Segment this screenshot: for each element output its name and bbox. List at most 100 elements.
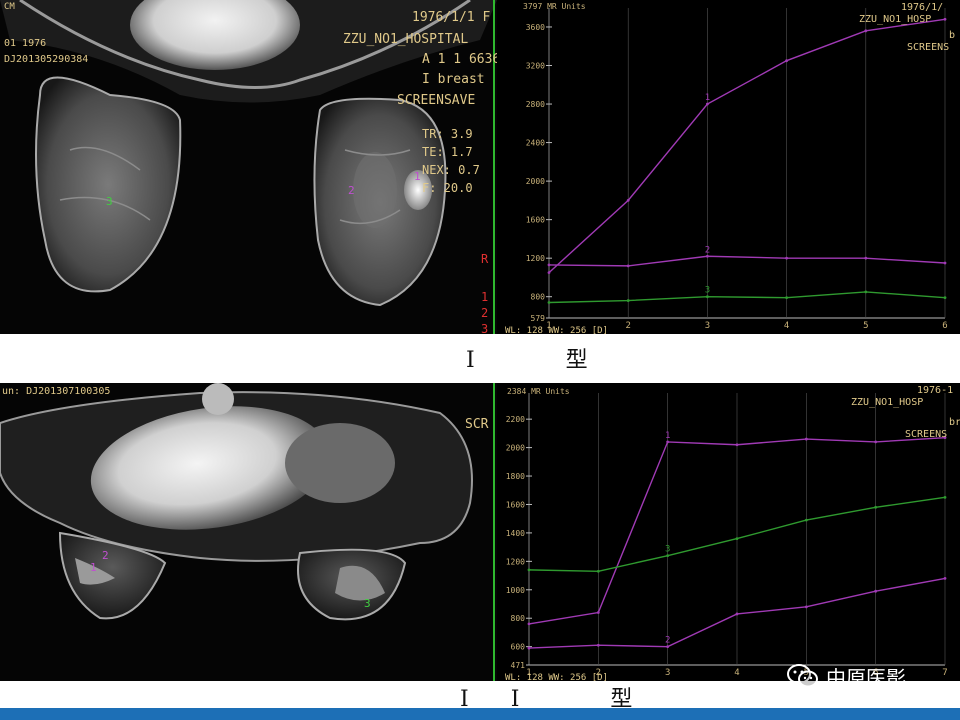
chart2-y-tick: 1000 bbox=[506, 586, 525, 595]
chart2-y-tick: 1600 bbox=[506, 500, 525, 509]
chart1-series-1-point bbox=[547, 271, 551, 275]
chart1-y-tick: 2400 bbox=[526, 139, 545, 148]
chart2-series-2-point bbox=[735, 612, 739, 616]
chart2-series-3-label: 3 bbox=[665, 545, 670, 555]
roi-label-2b: 2 bbox=[102, 549, 109, 562]
chart2-header-hospital: ZZU_NO1_HOSP bbox=[851, 397, 924, 408]
signal-curve-type2: 1 2 3 4 5 6 7 2200 2000 1800 1600 1400 1200 1000 800 60… bbox=[497, 383, 960, 681]
orientation-marker: R bbox=[481, 252, 489, 266]
chart1-series-1-point bbox=[864, 29, 868, 33]
watermark-text: 中原医影 bbox=[826, 665, 906, 690]
chart2-units: 2384 MR Units bbox=[507, 387, 570, 396]
type1-label: I 型 bbox=[466, 348, 630, 373]
chart2-series-3-point bbox=[804, 518, 808, 522]
chart1-y-tick: 3600 bbox=[526, 23, 545, 32]
chart1-series-3-point bbox=[626, 299, 630, 302]
chart1-series-3-point bbox=[547, 301, 551, 304]
chart1-series-3-point bbox=[864, 290, 868, 294]
chart2-series-1-point bbox=[666, 440, 670, 444]
chart2-series-1-point bbox=[596, 611, 600, 614]
chart1-series-2-label: 2 bbox=[705, 245, 710, 255]
chart1-window-level: WL: 128 WW: 256 [D] bbox=[505, 326, 608, 334]
chart2-series-2-label: 2 bbox=[665, 636, 670, 646]
chart2-series-2-point bbox=[666, 645, 670, 649]
chart1-series-1-point bbox=[706, 102, 709, 106]
chart1-units: 3797 MR Units bbox=[523, 2, 586, 11]
chart1-y-tick: 2800 bbox=[526, 100, 545, 109]
chart1-series-3-point bbox=[785, 296, 788, 300]
chart1-y-tick: 1200 bbox=[526, 254, 545, 263]
roi-legend-1: 1 bbox=[481, 290, 489, 304]
chart2-series-2-point bbox=[527, 646, 531, 650]
chart1-series-3-point bbox=[943, 296, 947, 300]
overlay-tr: TR: 3.9 bbox=[422, 127, 473, 141]
chart1-series-2-point bbox=[943, 261, 947, 265]
overlay-hospital: ZZU_NO1_HOSPITAL bbox=[343, 32, 469, 47]
chart2-x-tick: 7 bbox=[942, 668, 947, 678]
chart1-series-2-point bbox=[706, 254, 709, 258]
roi-label-2: 2 bbox=[348, 184, 355, 197]
overlay-patient-dob: 1976/1/1 F bbox=[412, 10, 491, 25]
chart1-series-1-label: 1 bbox=[705, 93, 710, 103]
chart2-series-3-point bbox=[596, 569, 600, 573]
roi-legend-2: 2 bbox=[481, 306, 489, 320]
overlay-screensave: SCREENSAVE bbox=[397, 93, 476, 108]
overlay-study-id-2: un: DJ201307100305 bbox=[2, 386, 111, 397]
chart1-x-tick: 2 bbox=[625, 321, 630, 331]
chart2-y-tick: 1800 bbox=[506, 472, 525, 481]
roi-label-3b: 3 bbox=[364, 597, 371, 610]
chart2-y-tick: 600 bbox=[511, 643, 526, 652]
mri-image-type1: CM 01 1976 DJ201305290384 1976/1/1 F ZZU… bbox=[0, 0, 497, 334]
chart2-series-3-point bbox=[735, 537, 739, 540]
chart1-x-tick: 5 bbox=[863, 321, 868, 331]
chart2-header-date: 1976-1 bbox=[917, 385, 954, 396]
chart1-bg bbox=[497, 0, 960, 334]
overlay-nex: NEX: 0.7 bbox=[422, 163, 480, 177]
wechat-icon bbox=[787, 664, 818, 688]
chart2-series-3-point bbox=[666, 554, 670, 558]
chart2-series-2-point bbox=[596, 643, 600, 647]
overlay-region: I breast bbox=[422, 72, 485, 87]
chart1-series-1-point bbox=[943, 17, 947, 21]
chart2-y-tick: 471 bbox=[511, 661, 526, 670]
roi-label-1: 1 bbox=[414, 170, 421, 183]
chart2-x-tick: 4 bbox=[734, 668, 739, 678]
chart1-series-1-point bbox=[626, 198, 630, 202]
chart1-series-2-point bbox=[626, 264, 630, 268]
chart2-series-1-point bbox=[527, 622, 531, 626]
overlay-te: TE: 1.7 bbox=[422, 145, 473, 159]
chart1-series-3-label: 3 bbox=[705, 286, 710, 296]
signal-curve-type1: 1 2 3 4 5 6 3600 3200 2800 2400 2000 1600 1200 800 579… bbox=[497, 0, 960, 334]
chart2-header-region: br bbox=[949, 417, 960, 428]
chart1-x-tick: 3 bbox=[705, 321, 710, 331]
chart1-series-3-point bbox=[706, 295, 709, 299]
chart1-header-region: b bbox=[949, 30, 956, 41]
chart2-series-3-point bbox=[527, 568, 531, 572]
overlay-screensave-2: SCR bbox=[465, 417, 489, 432]
chart2-series-1-point bbox=[874, 440, 878, 444]
chart2-window-level: WL: 128 WW: 256 [D] bbox=[505, 673, 608, 681]
chart2-y-tick: 2000 bbox=[506, 444, 525, 453]
chart2-series-2-point bbox=[943, 577, 947, 580]
chart2-y-tick: 1200 bbox=[506, 557, 525, 566]
overlay-flip: F: 20.0 bbox=[422, 181, 473, 195]
chart2-series-1-label: 1 bbox=[665, 431, 670, 441]
chart2-series-2-point bbox=[874, 589, 878, 593]
mri-scan-type2 bbox=[0, 383, 497, 681]
chart2-series-1-point bbox=[804, 437, 808, 441]
chart1-y-tick: 800 bbox=[531, 293, 546, 302]
chart1-x-tick: 4 bbox=[784, 321, 789, 331]
chart2-bg bbox=[497, 383, 960, 681]
chart1-series-1-point bbox=[785, 59, 788, 63]
chart1-header-screensave: SCREENS bbox=[907, 42, 950, 53]
chart1-y-tick: 1600 bbox=[526, 216, 545, 225]
watermark: 中原医影 bbox=[786, 661, 906, 691]
chart2-header-screensave: SCREENS bbox=[905, 429, 948, 440]
roi-label-1b: 1 bbox=[90, 561, 97, 574]
type1-label-bar: I 型 bbox=[0, 334, 960, 383]
roi-label-3: 3 bbox=[106, 195, 113, 208]
chart2-series-1-point bbox=[735, 443, 739, 447]
overlay-series: A 1 1 6636 bbox=[422, 52, 497, 67]
chart1-series-2-point bbox=[547, 263, 551, 267]
chart1-y-tick: 3200 bbox=[526, 62, 545, 71]
